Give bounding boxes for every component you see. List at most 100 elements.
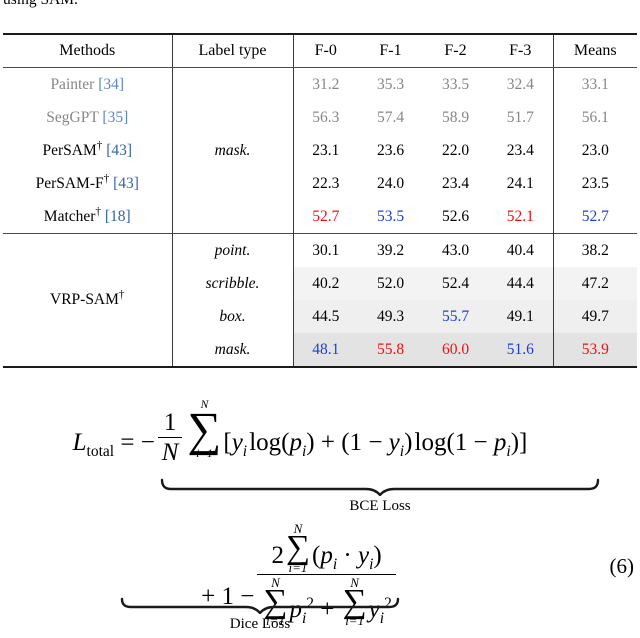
paren-close-1: ) (306, 428, 315, 456)
table-row: VRP-SAM† point. 30.1 39.2 43.0 40.4 38.2 (3, 233, 637, 366)
metric-cell-f2: 52.6 (441, 207, 470, 225)
method-name: PerSAM (42, 141, 97, 159)
p-term-2: p (493, 428, 507, 456)
metric-cell-f2: 55.7 (423, 300, 488, 333)
bce-underbrace-group: BCE Loss (160, 478, 600, 514)
dagger-marker: † (96, 139, 103, 152)
method-cell: PerSAM-F† [43] (3, 167, 173, 200)
log-open-2: log(1 (414, 428, 468, 456)
metric-cell-f2: 22.0 (441, 141, 470, 159)
equation-line-bce: Ltotal = −1 N N ∑ i=1 [yi log(pi) + (1 − yi) … (0, 399, 600, 467)
metric-cell-f3: 24.1 (488, 167, 554, 200)
column-header-label-type: Label type (172, 33, 294, 68)
table-header-row: Methods Label type F-0 F-1 F-2 F-3 Means (3, 33, 637, 68)
table-row: PerSAM† [43] 23.1 23.6 22.0 23.4 23.0 (3, 134, 637, 167)
dice-loss-label: Dice Loss (229, 616, 291, 632)
table-header: Methods Label type F-0 F-1 F-2 F-3 Means (3, 33, 637, 68)
dice-p-index: i (332, 556, 338, 574)
column-header-f3: F-3 (488, 33, 554, 68)
label-type-cell: point. (172, 233, 294, 267)
metric-cell-means: 23.0 (581, 141, 609, 159)
metric-cell-f3: 40.4 (488, 233, 554, 267)
metric-cell-f0: 40.2 (293, 267, 358, 300)
results-table: Methods Label type F-0 F-1 F-2 F-3 Means… (3, 33, 637, 368)
inner-minus: − (368, 428, 383, 456)
paren-close-2: ) (404, 428, 413, 456)
metric-cell-f2: 33.5 (441, 75, 470, 93)
column-header-f1: F-1 (358, 33, 423, 68)
p-term: p (289, 428, 302, 456)
metric-cell-f0: 44.5 (293, 300, 358, 333)
loss-subscript: total (86, 442, 115, 460)
leading-minus: − (140, 428, 155, 456)
column-header-methods: Methods (3, 33, 173, 68)
dagger-marker: † (118, 288, 125, 301)
metric-cell-f1: 35.3 (376, 75, 405, 93)
metric-cell-means: 47.2 (553, 267, 637, 300)
metric-cell-means: 49.7 (553, 300, 637, 333)
bracket-close: )] (510, 428, 528, 456)
fraction-denominator: N (157, 437, 183, 467)
method-cell: SegGPT [35] (3, 101, 173, 134)
metric-cell-f0: 56.3 (312, 108, 340, 126)
citation-ref[interactable]: [43] (113, 175, 139, 192)
metric-cell-f2: 58.9 (441, 108, 470, 126)
citation-ref[interactable]: [34] (98, 76, 124, 93)
metric-cell-f1: 23.6 (376, 141, 405, 159)
equation-block: Ltotal = −1 N N ∑ i=1 [yi log(pi) + (1 − yi) … (0, 392, 640, 638)
loss-symbol: L (72, 428, 87, 456)
method-name: VRP-SAM (50, 291, 119, 308)
summation-operator: N ∑ i=1 (187, 399, 222, 461)
plus-sign: + (320, 428, 335, 456)
caption-tail-text: using SAM. (3, 0, 78, 9)
underbrace-icon (120, 597, 400, 614)
sum-lower-limit: i=1 (288, 559, 308, 575)
metric-cell-f1: 57.4 (376, 108, 405, 126)
metric-cell-f2: 43.0 (423, 233, 488, 267)
metric-cell-f1: 53.5 (376, 207, 405, 225)
metric-cell-f0: 23.1 (312, 141, 340, 159)
one-open-paren: (1 (341, 428, 363, 456)
method-cell: PerSAM† [43] (3, 134, 173, 167)
metric-cell-f3: 49.1 (488, 300, 554, 333)
bce-loss-label: BCE Loss (349, 498, 411, 514)
table-row: SegGPT [35] 56.3 57.4 58.9 51.7 56.1 (3, 101, 637, 134)
inner-minus-2: − (473, 428, 488, 456)
dice-underbrace-group: Dice Loss (120, 597, 400, 632)
y-term: y (231, 428, 243, 456)
metric-cell-f2: 60.0 (423, 333, 488, 366)
label-type-cell: mask. (172, 333, 294, 366)
label-type-value: scribble. (205, 274, 260, 292)
method-cell: Painter [34] (3, 67, 173, 101)
citation-ref[interactable]: [18] (105, 208, 131, 225)
y-index: i (242, 442, 248, 460)
label-type-cell: scribble. (172, 267, 294, 300)
metric-cell-f3: 44.4 (488, 267, 554, 300)
metric-cell-f0: 48.1 (293, 333, 358, 366)
label-type-value: box. (219, 307, 246, 325)
metric-cell-f0: 52.7 (312, 207, 340, 225)
metric-cell-f2: 23.4 (441, 174, 470, 192)
metric-cell-means: 52.7 (581, 207, 609, 225)
metric-cell-f1: 24.0 (376, 174, 405, 192)
column-header-f2: F-2 (423, 33, 488, 68)
dice-y-index: i (369, 556, 374, 574)
metric-cell-f0: 22.3 (312, 174, 340, 192)
table-row: Matcher† [18] 52.7 53.5 52.6 52.1 52.7 (3, 200, 637, 234)
sigma-glyph: ∑ (187, 403, 222, 456)
label-type-cell: box. (172, 300, 294, 333)
citation-ref[interactable]: [43] (106, 142, 132, 159)
dice-y: y (358, 542, 370, 570)
metric-cell-f2: 52.4 (423, 267, 488, 300)
method-name: Matcher (43, 207, 96, 225)
metric-cell-f1: 55.8 (358, 333, 423, 366)
metric-cell-f1: 52.0 (358, 267, 423, 300)
method-name: Painter (50, 75, 95, 93)
one-over-n-fraction: 1N (157, 409, 183, 467)
dice-numerator: 2 N ∑ i=1 (pi · yi) (271, 521, 382, 575)
dice-two: 2 (271, 542, 284, 570)
metric-cell-means: 23.5 (581, 174, 609, 192)
citation-ref[interactable]: [35] (102, 109, 128, 126)
metric-cell-f1: 39.2 (358, 233, 423, 267)
log-open-1: log( (249, 428, 290, 456)
